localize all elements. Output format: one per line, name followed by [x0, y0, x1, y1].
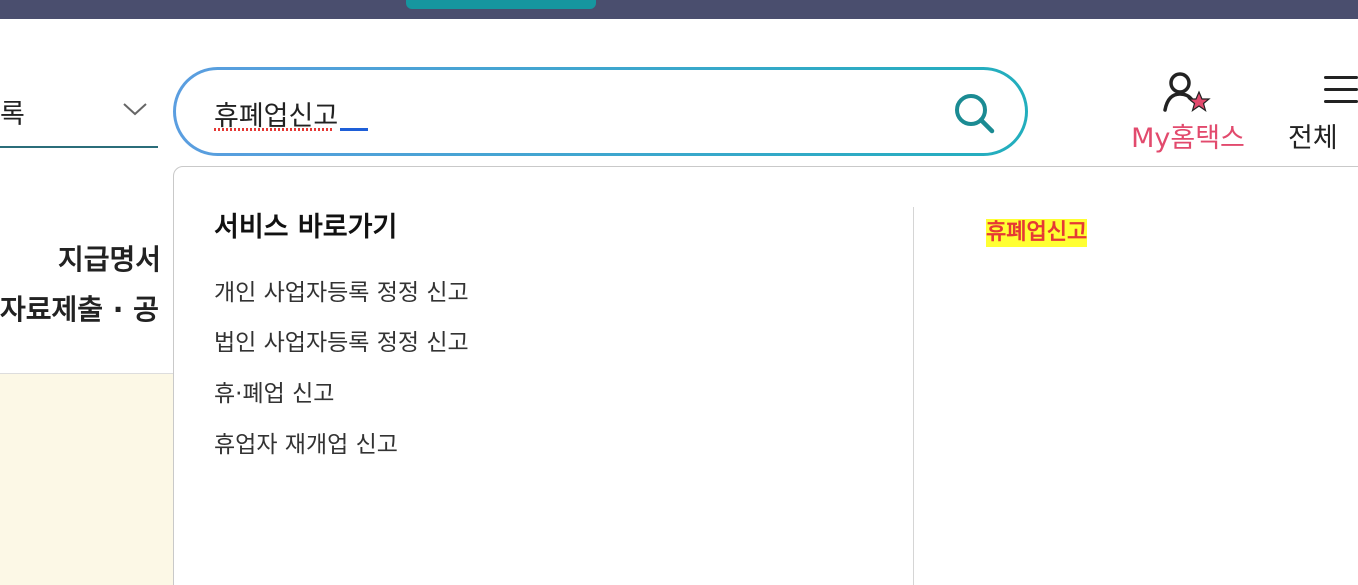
suggestion-item[interactable]: 개인 사업자등록 정정 신고	[214, 273, 469, 307]
background-heading-line2: 자료제출 · 공	[0, 293, 159, 326]
hamburger-menu-icon	[1324, 76, 1358, 104]
ime-composition-underline	[340, 128, 368, 131]
search-inner: 휴폐업신고	[176, 70, 1025, 153]
user-star-icon	[1163, 72, 1211, 112]
search-suggestion-dropdown: 서비스 바로가기 개인 사업자등록 정정 신고 법인 사업자등록 정정 신고 휴…	[173, 166, 1358, 585]
keyword-suggestion[interactable]: 휴폐업신고	[986, 219, 1088, 247]
all-menu-button[interactable]: 전체	[1288, 68, 1358, 154]
all-menu-label: 전체	[1288, 123, 1338, 154]
suggestion-item[interactable]: 휴·폐업 신고	[214, 374, 334, 408]
my-hometax-label: My홈택스	[1131, 123, 1245, 154]
search-category-label: 록	[0, 99, 25, 130]
spellcheck-underline	[214, 128, 332, 131]
service-shortcut-heading: 서비스 바로가기	[214, 212, 398, 243]
top-bar-tab[interactable]	[406, 0, 596, 9]
background-panel	[0, 374, 175, 585]
search-category-select[interactable]: 록	[0, 80, 158, 148]
dropdown-divider	[913, 207, 914, 585]
chevron-down-icon	[123, 103, 147, 116]
my-hometax-button[interactable]: My홈택스	[1118, 68, 1258, 154]
background-heading-line1: 지급명서	[58, 243, 162, 276]
search-box: 휴폐업신고	[173, 67, 1028, 156]
search-icon[interactable]	[953, 92, 995, 134]
top-bar	[0, 0, 1358, 19]
suggestion-item[interactable]: 휴업자 재개업 신고	[214, 425, 398, 459]
suggestion-item[interactable]: 법인 사업자등록 정정 신고	[214, 323, 469, 357]
